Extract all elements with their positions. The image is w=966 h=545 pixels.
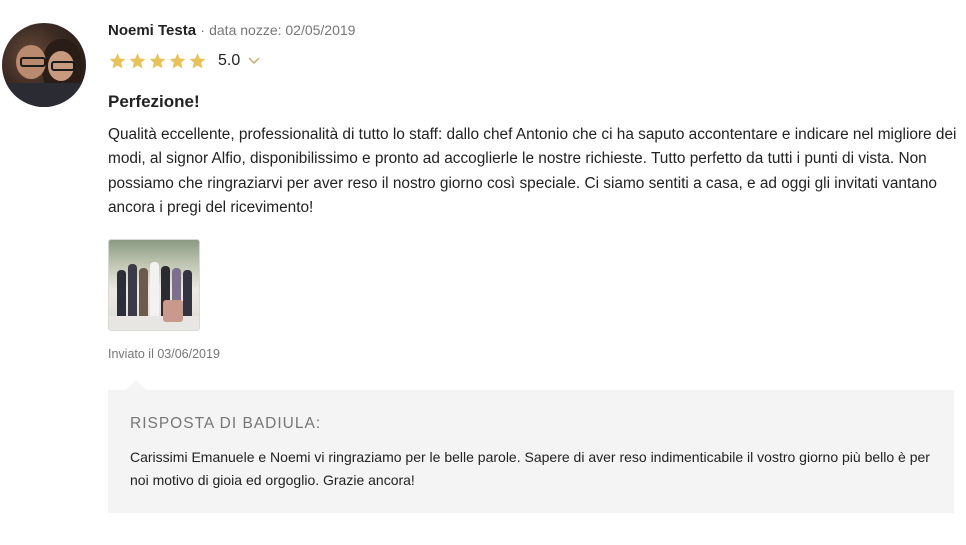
star-icon	[149, 53, 166, 69]
star-icon	[189, 53, 206, 69]
reply-title: RISPOSTA DI BADIULA:	[130, 415, 322, 432]
review-body: Qualità eccellente, professionalità di t…	[108, 126, 957, 217]
avatar[interactable]	[2, 23, 86, 107]
star-rating	[108, 52, 208, 70]
reply-body: Carissimi Emanuele e Noemi vi ringraziam…	[130, 449, 930, 488]
sent-date: Inviato il 03/06/2019	[108, 347, 220, 361]
rating[interactable]: 5.0	[108, 52, 260, 70]
rating-score: 5.0	[218, 52, 241, 69]
wedding-date: data nozze: 02/05/2019	[209, 22, 356, 38]
separator: ·	[200, 22, 205, 38]
reply-pointer	[126, 380, 146, 390]
chevron-down-icon[interactable]	[248, 57, 260, 65]
review-photo[interactable]	[108, 239, 200, 331]
star-icon	[129, 53, 146, 69]
star-icon	[109, 53, 126, 69]
review-header: Noemi Testa · data nozze: 02/05/2019	[108, 22, 355, 39]
review-title: Perfezione!	[108, 92, 200, 111]
vendor-reply: RISPOSTA DI BADIULA: Carissimi Emanuele …	[108, 390, 954, 513]
star-icon	[169, 53, 186, 69]
author-name[interactable]: Noemi Testa	[108, 22, 196, 39]
